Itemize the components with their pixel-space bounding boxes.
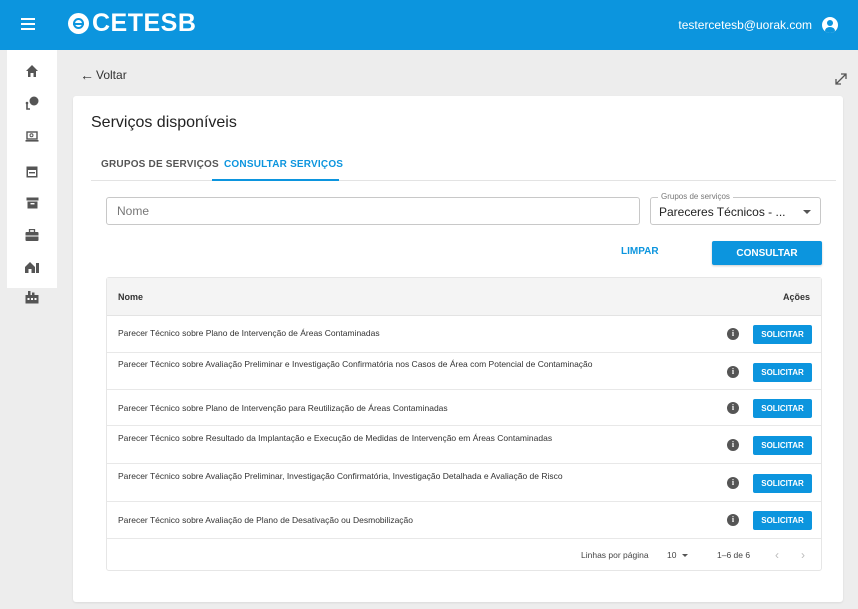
home-icon <box>26 65 38 77</box>
back-link[interactable]: ← Voltar <box>80 67 127 83</box>
user-menu[interactable]: testercetesb@uorak.com <box>678 17 838 33</box>
sidebar-item-calendar[interactable] <box>7 156 57 186</box>
dropdown-caret-icon <box>803 210 811 214</box>
info-icon[interactable]: i <box>727 402 739 414</box>
calendar-icon <box>26 166 38 177</box>
factory-icon <box>25 291 39 304</box>
solicitar-button[interactable]: SOLICITAR <box>753 363 812 382</box>
service-group-label: Grupos de serviços <box>658 192 733 201</box>
account-icon[interactable] <box>822 17 838 33</box>
table-row: Parecer Técnico sobre Resultado da Impla… <box>107 426 821 464</box>
info-icon[interactable]: i <box>727 439 739 451</box>
back-label: Voltar <box>96 68 127 82</box>
menu-icon[interactable] <box>21 18 35 30</box>
dropdown-caret-icon <box>682 553 689 557</box>
house-building-icon <box>25 261 39 273</box>
row-service-name: Parecer Técnico sobre Avaliação de Plano… <box>118 515 413 525</box>
info-icon[interactable]: i <box>727 514 739 526</box>
archive-icon <box>26 197 38 209</box>
solicitar-button[interactable]: SOLICITAR <box>753 325 812 344</box>
column-header-actions: Ações <box>782 292 810 302</box>
table-row: Parecer Técnico sobre Plano de Intervenç… <box>107 316 821 353</box>
pagination-range: 1–6 de 6 <box>717 550 751 560</box>
info-icon[interactable]: i <box>727 477 739 489</box>
row-service-name: Parecer Técnico sobre Avaliação Prelimin… <box>118 471 563 481</box>
tab-consultar-servicos[interactable]: CONSULTAR SERVIÇOS <box>224 159 343 170</box>
column-header-name: Nome <box>118 292 144 302</box>
tab-grupos-de-servicos[interactable]: GRUPOS DE SERVIÇOS <box>101 159 219 170</box>
service-group-value: Pareceres Técnicos - ... <box>659 205 786 219</box>
rows-per-page-label: Linhas por página <box>581 550 649 560</box>
map-pin-icon <box>25 96 39 110</box>
row-service-name: Parecer Técnico sobre Plano de Intervenç… <box>118 403 448 413</box>
arrow-left-icon: ← <box>80 67 94 83</box>
service-group-select[interactable]: Grupos de serviços Pareceres Técnicos - … <box>650 192 821 225</box>
table-row: Parecer Técnico sobre Avaliação Prelimin… <box>107 464 821 502</box>
logo-mark-icon <box>68 13 89 34</box>
sidebar <box>7 50 57 304</box>
sidebar-item-briefcase[interactable] <box>7 220 57 250</box>
previous-page-icon[interactable]: ‹ <box>775 548 779 562</box>
table-row: Parecer Técnico sobre Avaliação de Plano… <box>107 502 821 539</box>
solicitar-button[interactable]: SOLICITAR <box>753 511 812 530</box>
top-app-bar: CETESB testercetesb@uorak.com <box>0 0 858 50</box>
active-tab-indicator <box>212 179 339 181</box>
expand-icon[interactable] <box>834 72 848 86</box>
row-service-name: Parecer Técnico sobre Plano de Intervenç… <box>118 328 380 338</box>
search-button[interactable]: CONSULTAR <box>712 241 822 265</box>
rows-per-page-select[interactable]: 10 <box>667 550 689 560</box>
sidebar-item-home[interactable] <box>7 56 57 86</box>
table-header: Nome Ações <box>107 278 821 316</box>
sidebar-item-factory[interactable] <box>7 282 57 312</box>
cetesb-logo[interactable]: CETESB <box>68 11 196 36</box>
info-icon[interactable]: i <box>727 366 739 378</box>
rows-per-page-value: 10 <box>667 550 677 560</box>
sidebar-item-search[interactable] <box>7 122 57 152</box>
info-icon[interactable]: i <box>727 328 739 340</box>
sidebar-item-house[interactable] <box>7 252 57 282</box>
next-page-icon[interactable]: › <box>801 548 805 562</box>
sidebar-item-map[interactable] <box>7 88 57 118</box>
solicitar-button[interactable]: SOLICITAR <box>753 436 812 455</box>
user-email: testercetesb@uorak.com <box>678 18 812 32</box>
logo-text: CETESB <box>92 9 197 37</box>
page-title: Serviços disponíveis <box>91 114 237 131</box>
clear-button[interactable]: LIMPAR <box>621 246 659 257</box>
name-search-input[interactable] <box>106 197 640 225</box>
solicitar-button[interactable]: SOLICITAR <box>753 399 812 418</box>
laptop-search-icon <box>25 131 39 142</box>
services-table: Nome Ações Parecer Técnico sobre Plano d… <box>106 277 822 571</box>
solicitar-button[interactable]: SOLICITAR <box>753 474 812 493</box>
table-row: Parecer Técnico sobre Plano de Intervenç… <box>107 390 821 426</box>
row-service-name: Parecer Técnico sobre Resultado da Impla… <box>118 433 553 443</box>
services-card: Serviços disponíveis GRUPOS DE SERVIÇOS … <box>73 96 843 602</box>
sidebar-item-archive[interactable] <box>7 188 57 218</box>
table-row: Parecer Técnico sobre Avaliação Prelimin… <box>107 353 821 390</box>
briefcase-icon <box>25 228 39 241</box>
row-service-name: Parecer Técnico sobre Avaliação Prelimin… <box>118 359 593 369</box>
tabs: GRUPOS DE SERVIÇOS CONSULTAR SERVIÇOS <box>91 156 836 181</box>
